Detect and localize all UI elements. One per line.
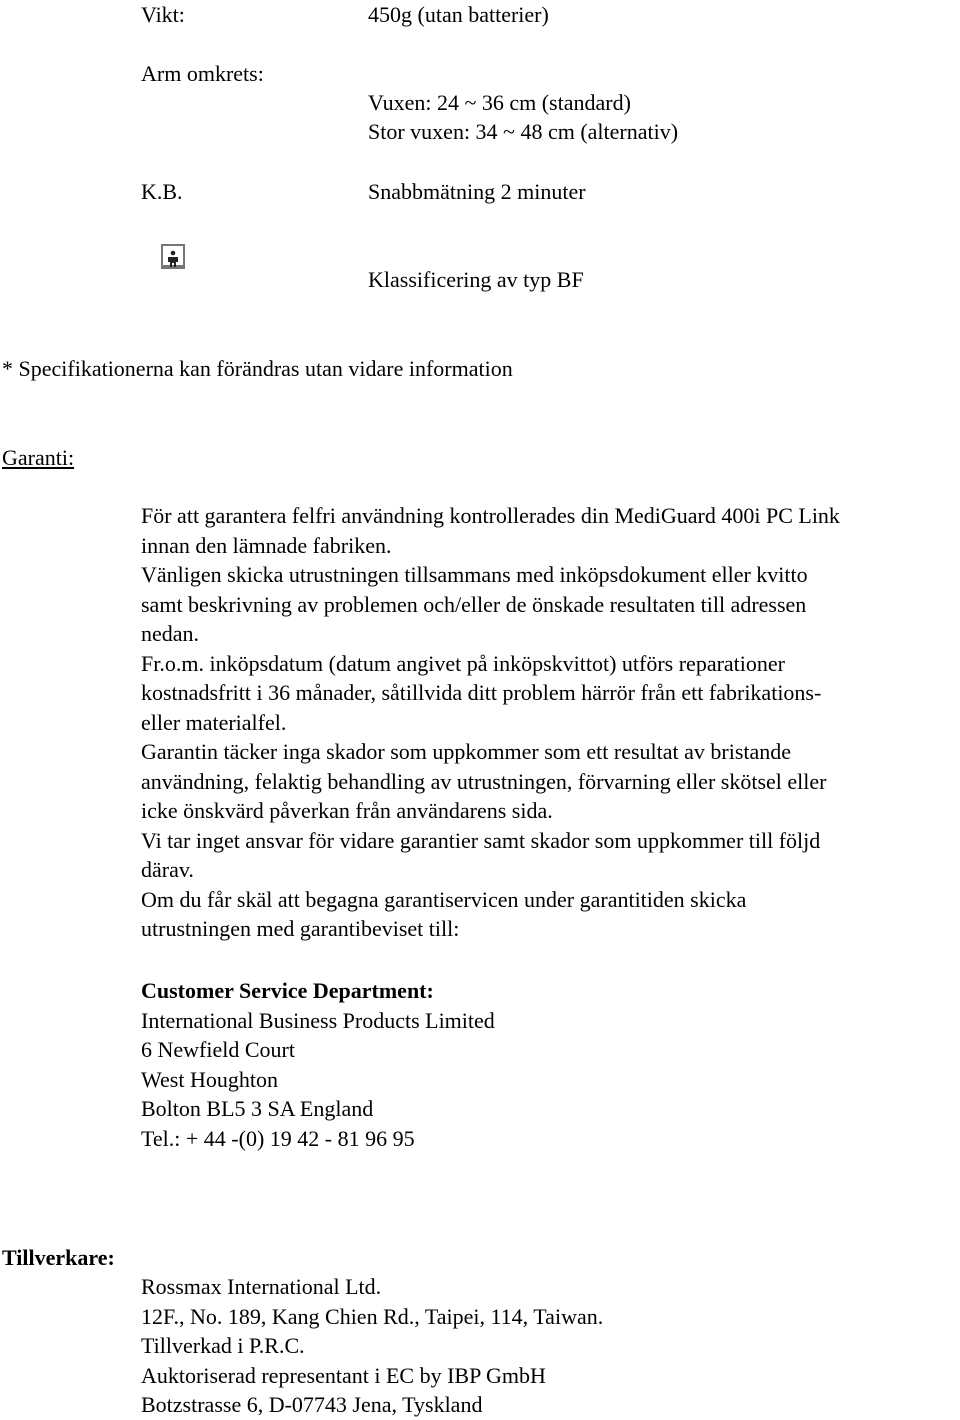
manufacturer-heading-text: Tillverkare: bbox=[2, 1245, 115, 1270]
warranty-line: kostnadsfritt i 36 månader, såtillvida d… bbox=[141, 680, 822, 705]
service-line: Bolton BL5 3 SA England bbox=[141, 1096, 374, 1121]
warranty-line: eller materialfel. bbox=[141, 709, 287, 735]
manufacturer-address: Rossmax International Ltd. 12F., No. 189… bbox=[141, 1272, 956, 1420]
service-line: 6 Newfield Court bbox=[141, 1037, 295, 1062]
warranty-line: innan den lämnade fabriken. bbox=[141, 532, 392, 558]
manufacturer-line: Auktoriserad representant i EC by IBP Gm… bbox=[141, 1362, 546, 1388]
warranty-line: Vi tar inget ansvar för vidare garantier… bbox=[141, 827, 821, 853]
spec-label-weight: Vikt: bbox=[141, 2, 185, 27]
spec-value-classification: Klassificering av typ BF bbox=[368, 267, 584, 292]
manufacturer-line: Botzstrasse 6, D-07743 Jena, Tyskland bbox=[141, 1392, 483, 1417]
spec-label-kb: K.B. bbox=[141, 179, 183, 204]
warranty-line: För att garantera felfri användning kont… bbox=[141, 503, 840, 528]
warranty-line: nedan. bbox=[141, 621, 200, 646]
spec-value-kb: Snabbmätning 2 minuter bbox=[368, 179, 586, 204]
manufacturer-line: 12F., No. 189, Kang Chien Rd., Taipei, 1… bbox=[141, 1303, 604, 1329]
warranty-line: därav. bbox=[141, 857, 194, 882]
manufacturer-line: Tillverkad i P.R.C. bbox=[141, 1333, 305, 1358]
spec-value-arm-adult: Vuxen: 24 ~ 36 cm (standard) bbox=[368, 90, 631, 115]
warranty-line: Om du får skäl att begagna garantiservic… bbox=[141, 886, 747, 912]
warranty-line: icke önskvärd påverkan från användarens … bbox=[141, 798, 553, 823]
warranty-text: För att garantera felfri användning kont… bbox=[141, 501, 956, 944]
warranty-line: Garantin täcker inga skador som uppkomme… bbox=[141, 739, 792, 764]
spec-note: * Specifikationerna kan förändras utan v… bbox=[2, 356, 513, 381]
document-page: Vikt: 450g (utan batterier) Arm omkrets:… bbox=[0, 0, 960, 1420]
service-line: International Business Products Limited bbox=[141, 1007, 495, 1033]
service-heading: Customer Service Department: bbox=[141, 978, 434, 1003]
manufacturer-line: Rossmax International Ltd. bbox=[141, 1274, 382, 1299]
warranty-line: samt beskrivning av problemen och/eller … bbox=[141, 591, 807, 617]
warranty-line: användning, felaktig behandling av utrus… bbox=[141, 768, 827, 794]
service-line: West Houghton bbox=[141, 1066, 278, 1092]
manufacturer-heading: Tillverkare: bbox=[2, 1243, 115, 1273]
warranty-heading: Garanti: bbox=[2, 445, 75, 470]
warranty-line: Vänligen skicka utrustningen tillsammans… bbox=[141, 562, 808, 587]
spec-label-arm: Arm omkrets: bbox=[141, 61, 264, 86]
spec-value-arm-large: Stor vuxen: 34 ~ 48 cm (alternativ) bbox=[368, 119, 679, 144]
warranty-line: utrustningen med garantibeviset till: bbox=[141, 916, 460, 941]
type-bf-applied-part-icon bbox=[161, 244, 185, 269]
service-line: Tel.: + 44 -(0) 19 42 - 81 96 95 bbox=[141, 1125, 415, 1151]
warranty-line: Fr.o.m. inköpsdatum (datum angivet på in… bbox=[141, 650, 785, 676]
spec-value-weight: 450g (utan batterier) bbox=[368, 2, 549, 27]
service-address: Customer Service Department: Internation… bbox=[141, 976, 956, 1153]
